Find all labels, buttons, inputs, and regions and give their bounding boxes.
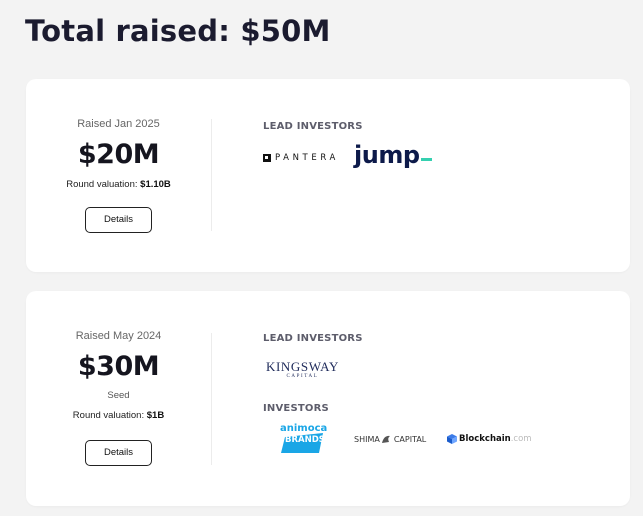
raised-amount: $30M: [77, 351, 160, 382]
kingsway-wordmark: KINGSWAY: [266, 359, 339, 374]
round-valuation-value: $1B: [146, 410, 165, 421]
blockchain-domain-suffix: .com: [510, 434, 532, 444]
lead-investors-label: LEAD INVESTORS: [263, 121, 363, 132]
investors-label: INVESTORS: [263, 403, 329, 414]
round-valuation-label: Round valuation:: [72, 410, 147, 421]
round-stage: Seed: [107, 390, 130, 401]
kingsway-capital-logo[interactable]: KINGSWAY CAPITAL: [266, 360, 339, 380]
wave-icon: [381, 435, 390, 443]
page-title: Total raised: $50M: [25, 14, 331, 48]
round-summary: Raised Jan 2025 $20M Round valuation: $1…: [26, 79, 211, 272]
animoca-brands-subtext: BRANDS: [285, 435, 325, 445]
jump-logo[interactable]: jump: [354, 141, 432, 173]
blockchain-com-logo[interactable]: Blockchain .com: [447, 433, 532, 445]
pantera-mark-icon: [263, 154, 271, 162]
round-valuation-label: Round valuation:: [66, 179, 141, 190]
blockchain-cube-icon: [447, 434, 457, 444]
pantera-logo[interactable]: PANTERA: [263, 149, 339, 167]
shima-capital-wordmark: CAPITAL: [393, 434, 427, 444]
round-valuation: Round valuation: $1.10B: [26, 179, 211, 190]
animoca-brands-logo[interactable]: animoca BRANDS: [279, 423, 328, 455]
jump-underscore-icon: [420, 158, 432, 161]
divider: [211, 119, 212, 231]
funding-round-card: Raised Jan 2025 $20M Round valuation: $1…: [26, 79, 630, 272]
raised-amount: $20M: [77, 139, 160, 170]
round-summary: Raised May 2024 $30M Seed Round valuatio…: [26, 291, 211, 506]
funding-round-card: Raised May 2024 $30M Seed Round valuatio…: [26, 291, 630, 506]
details-button[interactable]: Details: [85, 207, 152, 233]
divider: [211, 333, 212, 465]
lead-investors-label: LEAD INVESTORS: [263, 333, 363, 344]
details-button[interactable]: Details: [85, 440, 152, 466]
shima-capital-logo[interactable]: SHIMA CAPITAL: [354, 433, 426, 445]
kingsway-capital-subtext: CAPITAL: [286, 374, 319, 379]
round-valuation: Round valuation: $1B: [26, 410, 211, 421]
animoca-wordmark: animoca: [280, 423, 328, 434]
pantera-wordmark: PANTERA: [275, 153, 339, 163]
round-valuation-value: $1.10B: [140, 179, 171, 190]
raised-date: Raised Jan 2025: [77, 118, 160, 130]
raised-date: Raised May 2024: [75, 330, 162, 342]
blockchain-wordmark: Blockchain: [459, 434, 511, 444]
shima-wordmark: SHIMA: [354, 434, 380, 444]
jump-wordmark: jump: [354, 141, 420, 169]
